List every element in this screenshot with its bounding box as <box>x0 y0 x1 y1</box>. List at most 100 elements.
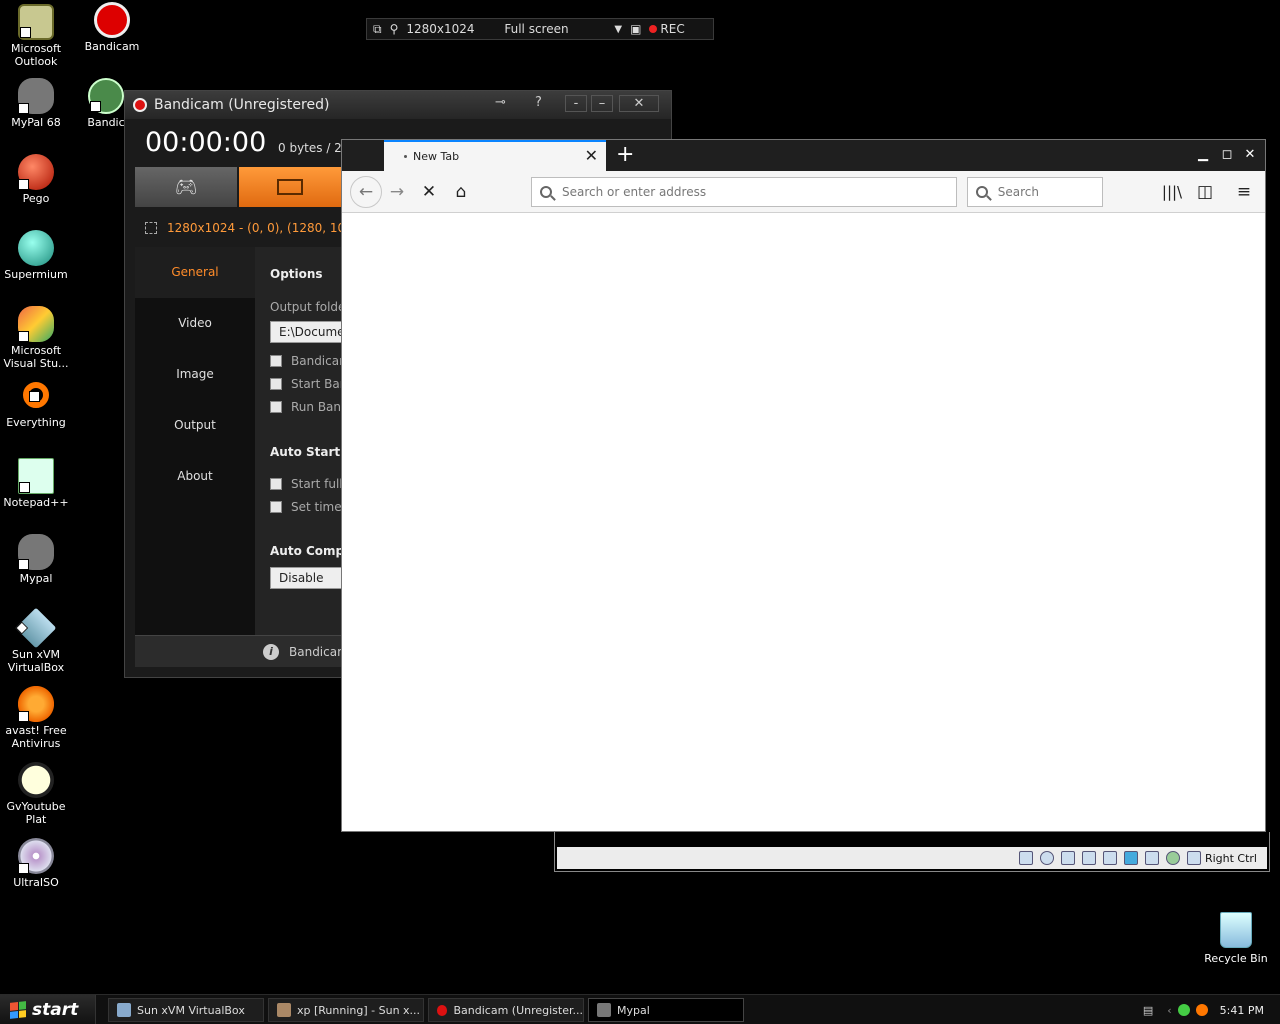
virtualbox-icon <box>117 1003 131 1017</box>
bandicam-icon <box>437 1004 448 1016</box>
task-mypal[interactable]: Mypal <box>588 998 744 1022</box>
cd-icon[interactable] <box>1039 851 1054 865</box>
floppy-icon[interactable] <box>1060 851 1075 865</box>
loading-icon <box>404 155 407 158</box>
forward-button[interactable]: → <box>385 180 409 204</box>
library-icon[interactable]: |||\ <box>1160 180 1184 204</box>
desktop-icon-pego[interactable]: Pego <box>0 154 72 205</box>
option-checkbox-2[interactable]: Start Bar <box>270 377 345 391</box>
desktop-icon-supermium[interactable]: Supermium <box>0 230 72 281</box>
start-label: start <box>32 1000 79 1020</box>
address-bar[interactable] <box>531 177 957 207</box>
tray-expand-icon[interactable]: ‹ <box>1167 1004 1171 1017</box>
zoom-icon[interactable]: ⚲ <box>386 22 403 36</box>
supermium-icon <box>18 230 54 266</box>
window-icon[interactable]: ⧉ <box>367 22 386 37</box>
hard-disk-icon[interactable] <box>1018 851 1033 865</box>
desktop-icon-avast[interactable]: avast! Free Antivirus <box>0 686 72 750</box>
task-label: xp [Running] - Sun x... <box>297 1003 421 1017</box>
checkbox-label: Set time <box>291 500 342 514</box>
rec-button[interactable]: REC <box>645 22 688 36</box>
page-content <box>342 213 1265 831</box>
network-icon[interactable] <box>1081 851 1096 865</box>
minimize-tray-button[interactable]: - <box>565 95 587 112</box>
search-bar[interactable] <box>967 177 1103 207</box>
desktop-icon-visual-studio[interactable]: Microsoft Visual Stu... <box>0 306 72 370</box>
bandicut-icon <box>88 78 124 114</box>
desktop-icon-recycle-bin[interactable]: Recycle Bin <box>1200 912 1272 965</box>
avast-tray-icon[interactable] <box>1195 1004 1208 1016</box>
desktop-icon-ultraiso[interactable]: UltraISO <box>0 838 72 889</box>
bandicam-title: Bandicam (Unregistered) <box>154 97 330 113</box>
back-button[interactable]: ← <box>350 176 382 208</box>
key-icon[interactable]: ⊸ <box>495 95 506 110</box>
maximize-button[interactable]: ◻ <box>1218 146 1236 164</box>
menu-icon[interactable]: ≡ <box>1232 180 1256 204</box>
usb-icon[interactable] <box>1102 851 1117 865</box>
desktop-icon-virtualbox[interactable]: Sun xVM VirtualBox <box>0 607 72 674</box>
chevron-down-icon[interactable]: ▼ <box>610 24 626 35</box>
capture-region[interactable]: 1280x1024 - (0, 0), (1280, 102 <box>145 221 353 235</box>
desktop-icon-notepadpp[interactable]: Notepad++ <box>0 458 72 509</box>
checkbox[interactable] <box>270 355 282 367</box>
camera-icon[interactable]: ▣ <box>626 22 645 36</box>
auto-start-checkbox-2[interactable]: Set time <box>270 500 342 514</box>
task-bandicam[interactable]: Bandicam (Unregister... <box>428 998 584 1022</box>
nav-output[interactable]: Output <box>135 400 255 451</box>
display-icon[interactable] <box>1144 851 1159 865</box>
option-checkbox-1[interactable]: Bandicam <box>270 354 351 368</box>
task-virtualbox[interactable]: Sun xVM VirtualBox <box>108 998 264 1022</box>
desktop-icon-outlook[interactable]: Microsoft Outlook <box>0 4 72 68</box>
nav-about[interactable]: About <box>135 451 255 502</box>
nav-video[interactable]: Video <box>135 298 255 349</box>
close-tab-icon[interactable]: ✕ <box>585 146 598 165</box>
option-checkbox-3[interactable]: Run Banc <box>270 400 348 414</box>
desktop-icon-mypal[interactable]: Mypal <box>0 534 72 585</box>
stop-button[interactable]: ✕ <box>417 180 441 204</box>
desktop-icon-mypal68[interactable]: MyPal 68 <box>0 78 72 129</box>
rectangle-icon <box>277 179 303 195</box>
help-button[interactable]: ? <box>535 95 542 110</box>
start-button[interactable]: start <box>0 995 96 1024</box>
close-button[interactable]: ✕ <box>619 95 659 112</box>
shared-folder-icon[interactable] <box>1123 851 1138 865</box>
minimize-button[interactable]: – <box>591 95 613 112</box>
checkbox[interactable] <box>270 501 282 513</box>
auto-start-checkbox-1[interactable]: Start full <box>270 477 343 491</box>
auto-start-heading: Auto Start <box>270 445 341 459</box>
mypal-icon <box>18 534 54 570</box>
search-input[interactable] <box>997 185 1102 199</box>
checkbox[interactable] <box>270 401 282 413</box>
network-tray-icon[interactable] <box>1177 1004 1190 1016</box>
capture-mode-select[interactable]: Full screen <box>500 22 610 36</box>
home-button[interactable]: ⌂ <box>449 180 473 204</box>
nav-general[interactable]: General <box>135 247 255 298</box>
host-key-icon[interactable] <box>1186 851 1201 865</box>
desktop-icon-everything[interactable]: Everything <box>0 382 72 429</box>
desktop-icon-label: GvYoutube Plat <box>6 800 66 826</box>
desktop-icon-bandicam[interactable]: Bandicam <box>76 2 148 53</box>
checkbox[interactable] <box>270 378 282 390</box>
nav-image[interactable]: Image <box>135 349 255 400</box>
tab-new-tab[interactable]: New Tab ✕ <box>384 140 606 171</box>
desktop-icon-label: Microsoft Visual Stu... <box>3 344 69 370</box>
minimize-button[interactable]: ▁ <box>1194 146 1212 164</box>
screen-mode-button[interactable] <box>239 167 341 207</box>
close-button[interactable]: ✕ <box>1241 146 1259 164</box>
keyboard-icon[interactable]: ▤ <box>1143 1004 1153 1017</box>
windows-logo-icon <box>10 1001 26 1019</box>
gvyoutube-icon <box>18 762 54 798</box>
ultraiso-icon <box>18 838 54 874</box>
desktop-icon-gvyoutube[interactable]: GvYoutube Plat <box>0 762 72 826</box>
sidebar-icon[interactable]: ◫ <box>1193 180 1217 204</box>
task-xp-running[interactable]: xp [Running] - Sun x... <box>268 998 424 1022</box>
mouse-integration-icon[interactable] <box>1165 851 1180 865</box>
address-input[interactable] <box>562 185 916 199</box>
bandicam-titlebar[interactable]: Bandicam (Unregistered) <box>125 91 671 119</box>
game-mode-button[interactable]: 🎮︎ <box>135 167 237 207</box>
desktop-icon-label: Mypal <box>19 572 53 585</box>
new-tab-button[interactable]: + <box>616 142 634 167</box>
pego-icon <box>18 154 54 190</box>
options-heading: Options <box>270 267 323 281</box>
checkbox[interactable] <box>270 478 282 490</box>
